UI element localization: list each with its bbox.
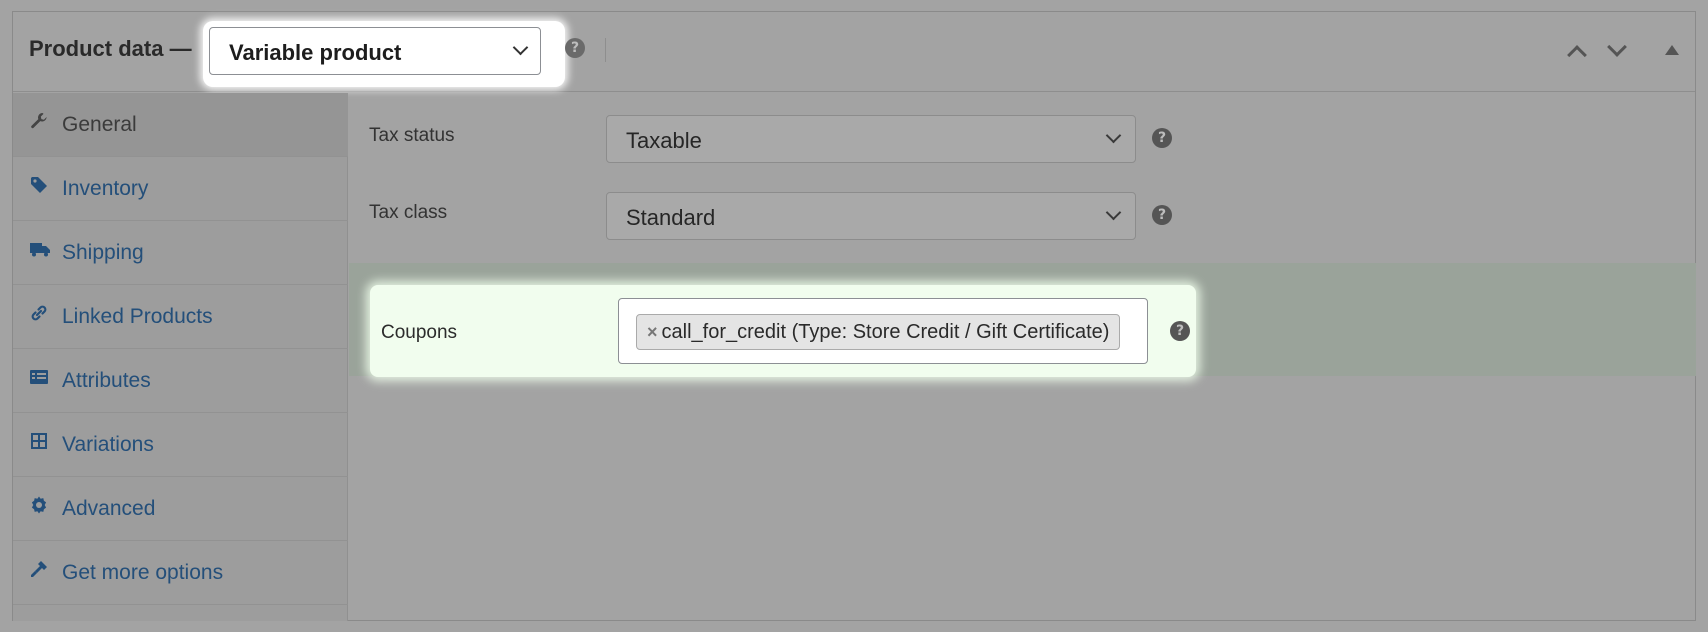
product-data-tabs: General Inventory Shipping Linked Produc…: [13, 93, 348, 621]
tab-label: Get more options: [62, 561, 224, 584]
tab-inventory[interactable]: Inventory: [13, 157, 348, 221]
tax-status-value: Taxable: [626, 128, 702, 153]
tag-icon: [29, 175, 49, 195]
gear-icon: [29, 495, 49, 515]
chevron-down-icon: [1105, 204, 1122, 221]
tax-class-label: Tax class: [369, 202, 448, 223]
coupons-input[interactable]: × call_for_credit (Type: Store Credit / …: [618, 298, 1148, 364]
product-type-select[interactable]: Variable product: [209, 27, 541, 75]
help-icon[interactable]: ?: [565, 38, 585, 58]
tab-general[interactable]: General: [13, 93, 348, 157]
tab-variations[interactable]: Variations: [13, 413, 348, 477]
coupon-chip-label: call_for_credit (Type: Store Credit / Gi…: [661, 320, 1110, 343]
tab-advanced[interactable]: Advanced: [13, 477, 348, 541]
coupon-chip: × call_for_credit (Type: Store Credit / …: [636, 314, 1121, 350]
product-type-value: Variable product: [229, 40, 402, 65]
tab-shipping[interactable]: Shipping: [13, 221, 348, 285]
tab-label: Inventory: [62, 177, 149, 200]
product-data-panel: Product data — Variable product ? Genera…: [12, 11, 1696, 621]
remove-chip-icon[interactable]: ×: [647, 322, 658, 343]
tab-label: General: [62, 113, 137, 136]
tax-status-label: Tax status: [369, 125, 455, 146]
grid-icon: [29, 431, 49, 451]
plug-icon: [29, 559, 49, 579]
tab-label: Variations: [62, 433, 154, 456]
link-icon: [29, 303, 49, 323]
move-down-icon[interactable]: [1607, 37, 1627, 57]
product-type-highlight: Variable product: [203, 21, 565, 87]
help-icon[interactable]: ?: [1152, 128, 1172, 148]
tab-attributes[interactable]: Attributes: [13, 349, 348, 413]
coupons-highlight: Coupons × call_for_credit (Type: Store C…: [370, 285, 1196, 377]
list-icon: [29, 367, 49, 387]
tab-label: Attributes: [62, 369, 151, 392]
coupons-label: Coupons: [381, 322, 458, 343]
panel-header: Product data — Variable product ?: [13, 12, 1695, 92]
tax-class-value: Standard: [626, 205, 716, 230]
tab-label: Shipping: [62, 241, 144, 264]
help-icon[interactable]: ?: [1170, 321, 1190, 341]
tab-get-more-options[interactable]: Get more options: [13, 541, 348, 605]
collapse-toggle-icon[interactable]: [1665, 45, 1679, 55]
tab-label: Linked Products: [62, 305, 213, 328]
truck-icon: [29, 239, 50, 259]
chevron-down-icon: [512, 39, 529, 56]
tab-linked-products[interactable]: Linked Products: [13, 285, 348, 349]
divider: [605, 38, 606, 62]
help-icon[interactable]: ?: [1152, 205, 1172, 225]
panel-title: Product data —: [29, 36, 192, 61]
chevron-down-icon: [1105, 127, 1122, 144]
move-up-icon[interactable]: [1567, 45, 1587, 65]
wrench-icon: [29, 111, 49, 131]
tax-status-select[interactable]: Taxable: [606, 115, 1136, 163]
tab-label: Advanced: [62, 497, 156, 520]
tax-class-select[interactable]: Standard: [606, 192, 1136, 240]
